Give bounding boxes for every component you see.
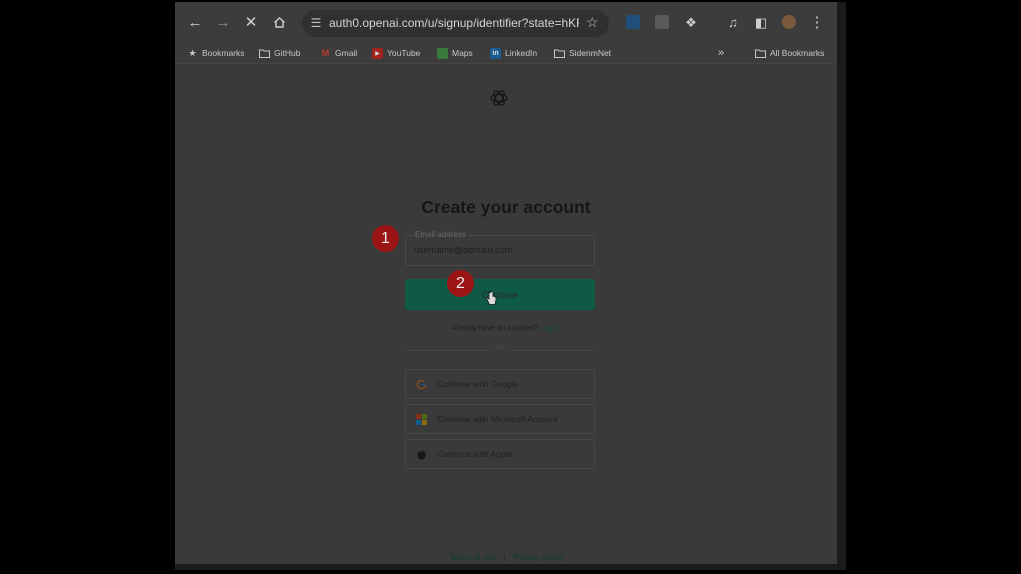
- apple-button-label: Continue with Apple: [437, 449, 513, 459]
- bookmark-item-sidenmnet[interactable]: SidenmNet: [554, 45, 611, 61]
- signup-page: Create your account Email address userna…: [175, 65, 837, 564]
- window-shadow: [837, 2, 846, 570]
- email-field-label: Email address: [413, 230, 468, 239]
- page-title: Create your account: [421, 197, 591, 217]
- continue-with-microsoft-button[interactable]: Continue with Microsoft Account: [405, 404, 595, 434]
- all-bookmarks-folder[interactable]: All Bookmarks: [755, 45, 824, 61]
- gmail-icon: M: [321, 48, 330, 58]
- more-bookmarks-chevron-icon[interactable]: »: [718, 45, 724, 61]
- bookmark-item-maps[interactable]: Maps: [437, 45, 473, 61]
- microsoft-icon: [416, 414, 427, 425]
- divider-line: [513, 350, 595, 351]
- openai-logo-icon: [490, 90, 508, 106]
- bookmark-item-github[interactable]: GitHub: [259, 45, 300, 61]
- folder-icon: [259, 48, 270, 59]
- media-control-icon[interactable]: ♫: [723, 12, 743, 32]
- privacy-link[interactable]: Privacy policy: [514, 553, 563, 562]
- bookmark-item-youtube[interactable]: ▶ YouTube: [372, 45, 420, 61]
- continue-button[interactable]: Continue: [405, 279, 595, 310]
- url-text[interactable]: auth0.openai.com/u/signup/identifier?sta…: [329, 16, 579, 30]
- step-marker-1: 1: [372, 225, 399, 252]
- continue-with-apple-button[interactable]: Continue with Apple: [405, 439, 595, 469]
- site-settings-icon[interactable]: ☰: [308, 15, 324, 31]
- terms-link[interactable]: Terms of use: [449, 553, 495, 562]
- bookmark-item-linkedin[interactable]: in LinkedIn: [490, 45, 537, 61]
- hand-cursor-icon: [486, 291, 497, 305]
- bookmark-star-icon[interactable]: ☆: [586, 14, 599, 31]
- apple-icon: [417, 449, 426, 460]
- extensions-puzzle-icon[interactable]: ❖: [681, 12, 701, 32]
- google-button-label: Continue with Google: [437, 379, 519, 389]
- home-icon[interactable]: [269, 12, 289, 32]
- login-prompt: Already have an account? Log in: [175, 323, 837, 332]
- forward-arrow-icon[interactable]: →: [213, 12, 233, 32]
- side-panel-icon[interactable]: ◧: [751, 12, 771, 32]
- or-divider: OR: [405, 345, 595, 355]
- screenshot-extension-icon[interactable]: [655, 15, 669, 29]
- microsoft-button-label: Continue with Microsoft Account: [437, 414, 558, 424]
- continue-with-google-button[interactable]: Continue with Google: [405, 369, 595, 399]
- window-shadow: [175, 564, 846, 570]
- extension-icon[interactable]: [626, 15, 640, 29]
- bookmark-item-gmail[interactable]: M Gmail: [320, 45, 357, 61]
- google-icon: [416, 379, 427, 390]
- email-field-value[interactable]: username@domain.com: [414, 245, 512, 255]
- step-marker-2: 2: [447, 270, 474, 297]
- back-arrow-icon[interactable]: ←: [185, 12, 205, 32]
- folder-icon: [554, 48, 565, 59]
- bookmark-item-bookmarks[interactable]: ★ Bookmarks: [187, 45, 244, 61]
- address-bar[interactable]: ☰ auth0.openai.com/u/signup/identifier?s…: [302, 10, 609, 37]
- menu-kebab-icon[interactable]: ⋮: [807, 12, 827, 32]
- star-icon: ★: [188, 47, 197, 58]
- footer-separator: |: [503, 553, 506, 562]
- folder-icon: [755, 48, 766, 59]
- maps-icon: [437, 47, 448, 59]
- youtube-icon: ▶: [372, 47, 383, 59]
- browser-toolbar: ← → ✕ ☰ auth0.openai.com/u/signup/identi…: [175, 2, 837, 42]
- page-footer: Terms of use | Privacy policy: [175, 553, 837, 562]
- browser-window: ← → ✕ ☰ auth0.openai.com/u/signup/identi…: [175, 2, 837, 564]
- bookmarks-bar: ★ Bookmarks GitHub M Gmail ▶ YouTube Map…: [175, 42, 837, 64]
- profile-avatar[interactable]: [779, 12, 799, 32]
- stop-loading-icon[interactable]: ✕: [241, 12, 261, 32]
- linkedin-icon: in: [490, 47, 501, 59]
- have-account-text: Already have an account?: [451, 323, 539, 332]
- login-link[interactable]: Log in: [540, 323, 560, 332]
